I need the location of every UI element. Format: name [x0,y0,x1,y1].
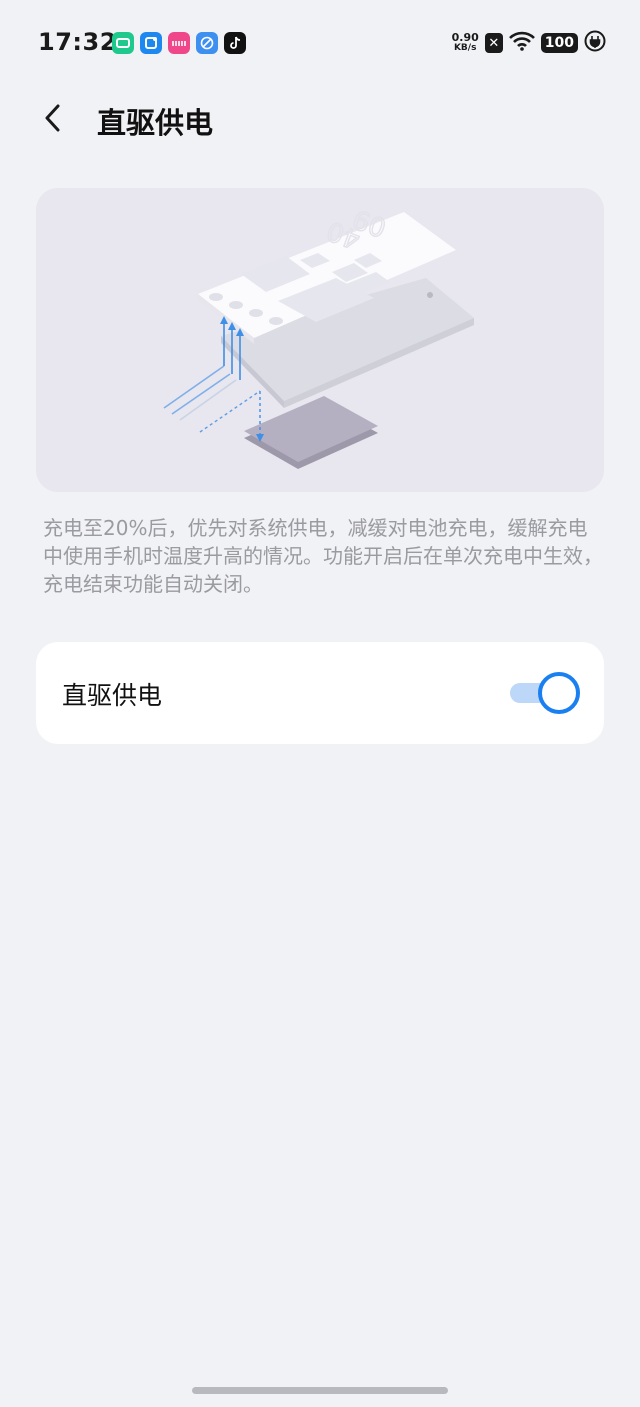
network-speed: 0.90 KB/s [452,32,479,54]
sim-off-icon: ✕ [484,33,503,53]
status-time: 17:32 [38,28,117,56]
back-button[interactable] [30,96,74,140]
wifi-icon [508,31,535,55]
home-indicator[interactable] [192,1387,448,1394]
network-speed-unit: KB/s [453,43,477,53]
battery-indicator: 100 [540,33,578,53]
feature-description: 充电至20%后，优先对系统供电，减缓对电池充电，缓解充电中使用手机时温度升高的情… [43,516,603,596]
tiktok-app-icon [224,32,246,54]
battery-level: 100 [544,35,574,51]
browser-app-icon [196,32,218,54]
video-app-icon [112,32,134,54]
page-title: 直驱供电 [97,106,214,140]
network-speed-value: 0.90 [451,31,479,44]
direct-power-illustration: 09 40 [36,188,604,492]
charging-icon [584,30,606,56]
header: 直驱供电 [0,86,640,152]
charger-pad-graphic [244,396,378,469]
notification-icons [112,32,246,54]
status-indicators: 0.90 KB/s ✕ 100 [452,30,606,56]
direct-power-toggle[interactable] [510,672,580,714]
meitu-app-icon [168,32,190,54]
toggle-thumb [538,672,580,714]
direct-power-setting[interactable]: 直驱供电 [36,642,604,744]
chevron-left-icon [45,104,60,132]
status-bar: 17:32 0.90 KB/s ✕ 100 [0,0,640,86]
setting-label: 直驱供电 [62,681,163,710]
message-app-icon [140,32,162,54]
